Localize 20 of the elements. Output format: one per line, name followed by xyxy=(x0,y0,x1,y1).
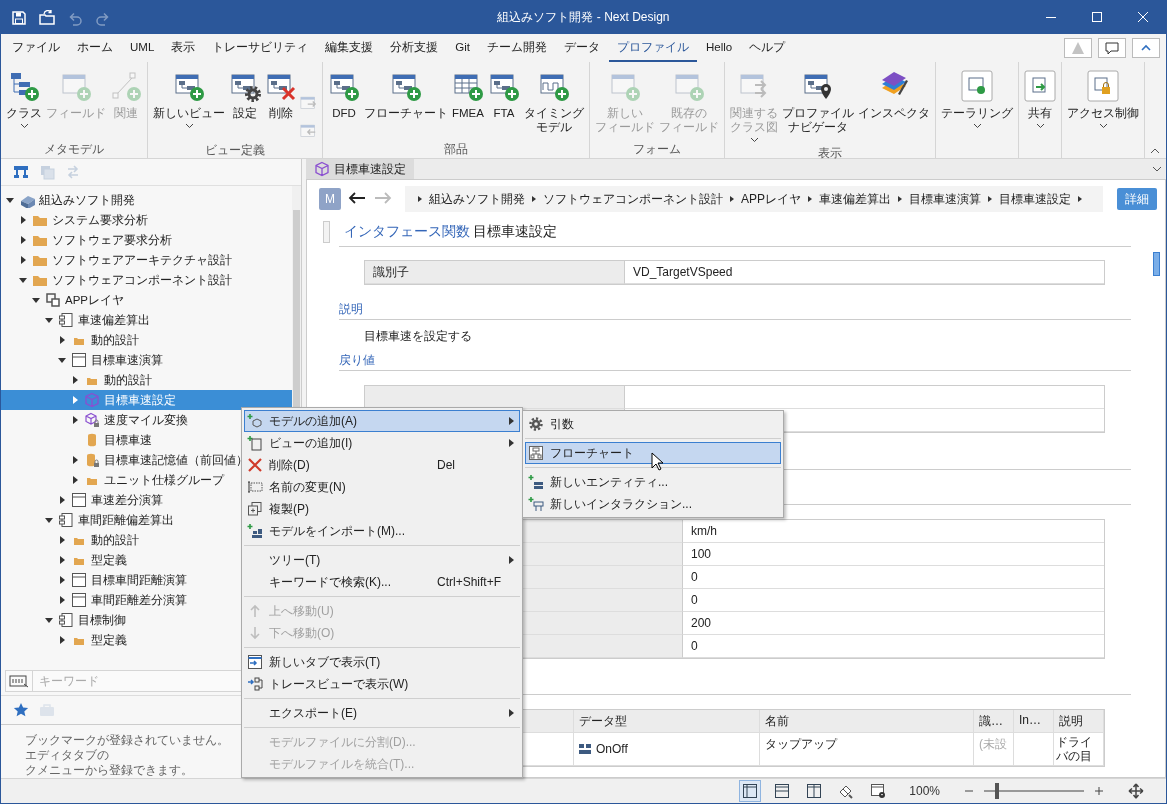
section-title: 戻り値 xyxy=(339,351,375,369)
table-cell: OnOff xyxy=(574,733,760,766)
element-type: インタフェース関数 xyxy=(344,223,470,239)
empty-message: クメニューから登録できます。 xyxy=(25,763,194,778)
table-cell: ドライバの目 xyxy=(1054,733,1104,766)
description-text: 目標車速を設定する xyxy=(364,329,472,343)
table-cell: タップアップ xyxy=(760,733,974,766)
model-badge: M xyxy=(319,188,341,210)
group-label: 表示 xyxy=(818,146,842,160)
section-title: 説明 xyxy=(339,300,363,318)
group-label: 部品 xyxy=(444,142,468,156)
element-name: 目標車速設定 xyxy=(473,223,558,239)
zoom-level: 100% xyxy=(909,784,940,798)
table-cell: (未設 xyxy=(974,733,1014,766)
property-label: 識別子 xyxy=(365,261,625,284)
window-title: 組込みソフト開発 - Next Design xyxy=(497,10,670,24)
empty-message: ブックマークが登録されていません。エディタタブの xyxy=(25,733,230,763)
group-label: ビュー定義 xyxy=(205,143,265,157)
group-label: メタモデル xyxy=(44,142,104,156)
group-label: フォーム xyxy=(633,142,681,156)
